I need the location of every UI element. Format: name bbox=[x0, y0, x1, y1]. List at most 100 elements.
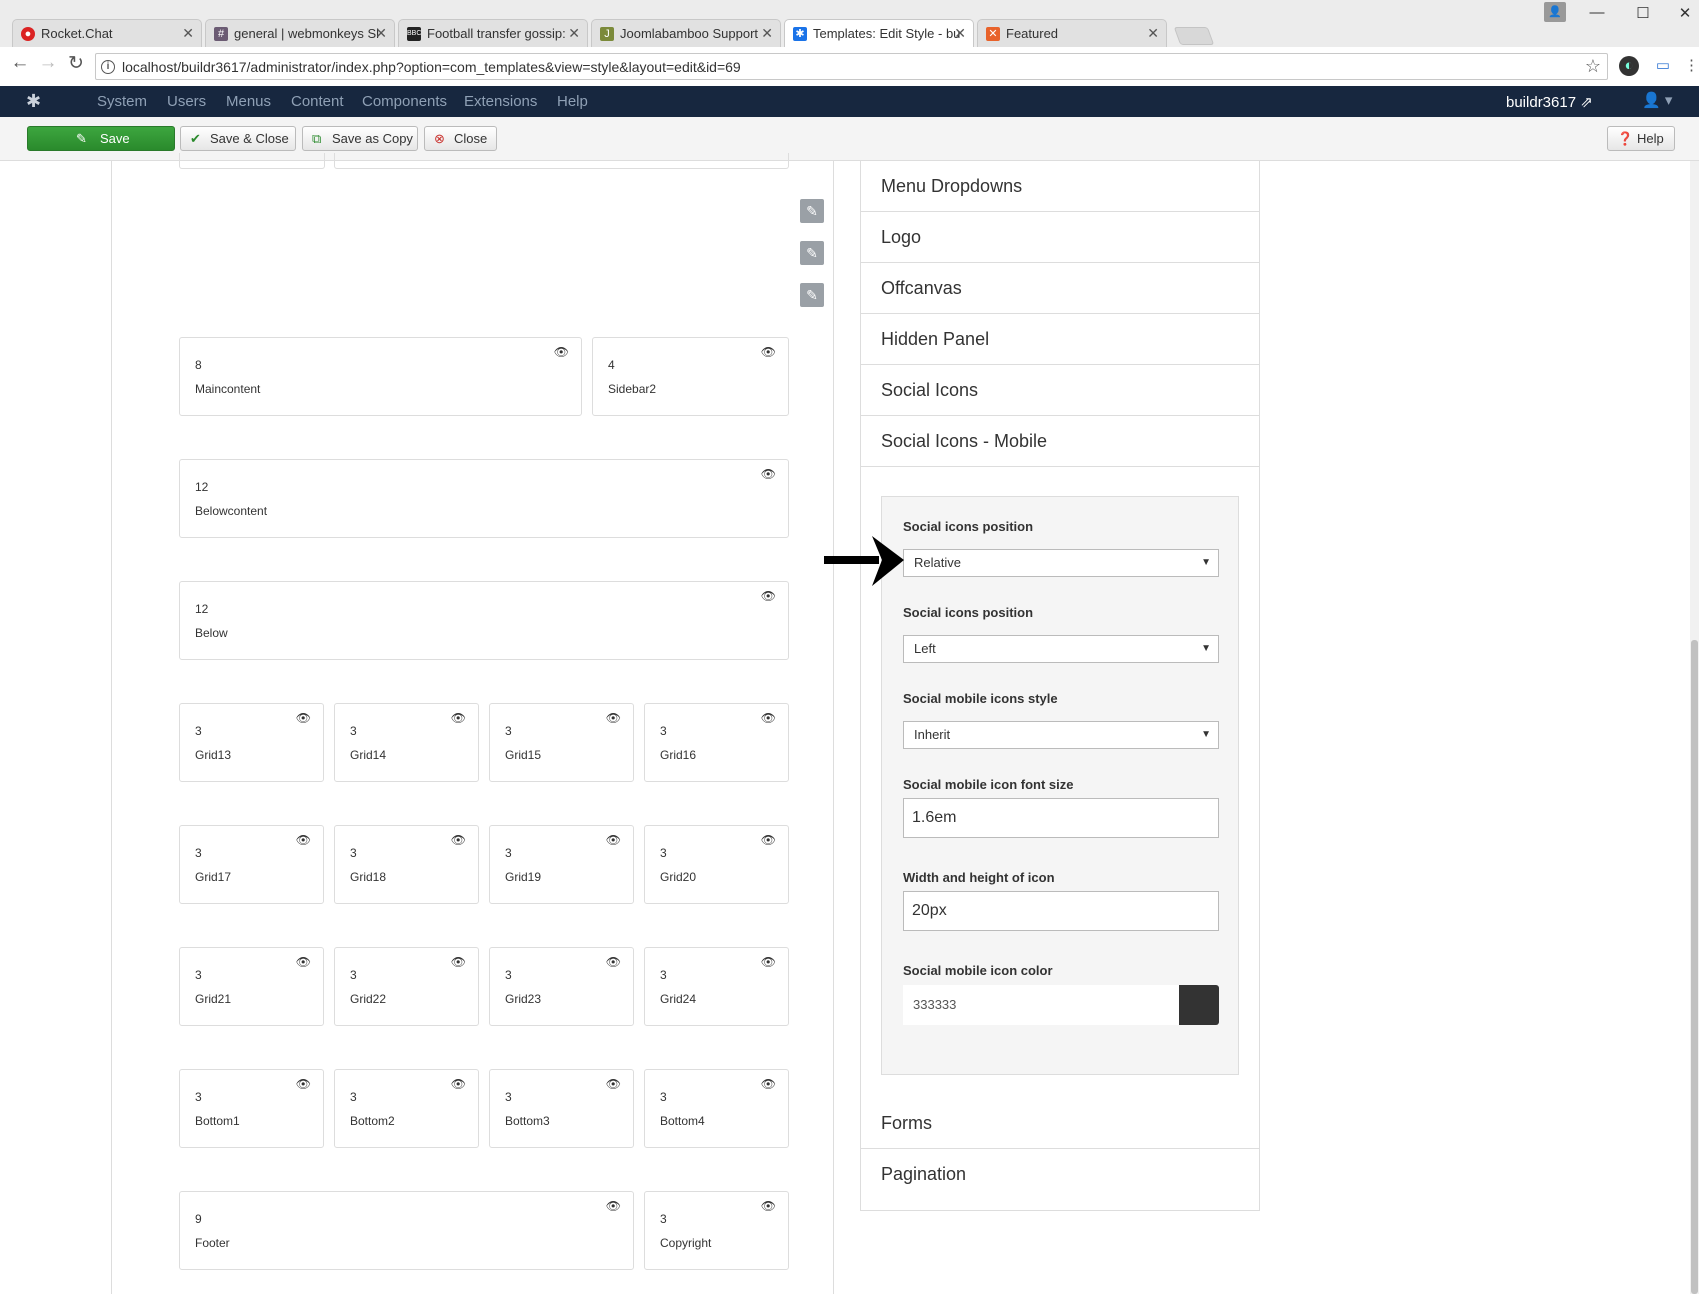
layout-box-bottom2[interactable]: 3 Bottom2 👁 bbox=[334, 1069, 479, 1148]
layout-box-bottom4[interactable]: 3 Bottom4 👁 bbox=[644, 1069, 789, 1148]
eye-icon[interactable]: 👁 bbox=[761, 1077, 776, 1091]
layout-box-grid14[interactable]: 3 Grid14 👁 bbox=[334, 703, 479, 782]
close-icon[interactable]: ✕ bbox=[954, 20, 966, 47]
eye-icon[interactable]: 👁 bbox=[606, 1077, 621, 1091]
extension-icon[interactable]: ▭ bbox=[1653, 56, 1673, 76]
layout-box-grid16[interactable]: 3 Grid16 👁 bbox=[644, 703, 789, 782]
eye-icon[interactable]: 👁 bbox=[606, 1199, 621, 1213]
layout-box-grid17[interactable]: 3 Grid17 👁 bbox=[179, 825, 324, 904]
eye-icon[interactable]: 👁 bbox=[451, 711, 466, 725]
tab-rocketchat[interactable]: ● Rocket.Chat ✕ bbox=[12, 19, 202, 47]
tab-templates-edit-style[interactable]: ✱ Templates: Edit Style - bu ✕ bbox=[784, 19, 974, 48]
eye-icon[interactable]: 👁 bbox=[606, 955, 621, 969]
tab-featured[interactable]: ✕ Featured ✕ bbox=[977, 19, 1167, 47]
eye-icon[interactable]: 👁 bbox=[761, 955, 776, 969]
chrome-menu-icon[interactable]: ⋮ bbox=[1684, 56, 1699, 76]
layout-box-bottom3[interactable]: 3 Bottom3 👁 bbox=[489, 1069, 634, 1148]
layout-box-grid18[interactable]: 3 Grid18 👁 bbox=[334, 825, 479, 904]
eye-icon[interactable]: 👁 bbox=[761, 345, 776, 359]
url-text[interactable]: localhost/buildr3617/administrator/index… bbox=[122, 59, 741, 75]
user-menu-icon[interactable]: 👤 ▾ bbox=[1642, 91, 1672, 109]
save-close-button[interactable]: ✔ Save & Close bbox=[180, 126, 296, 151]
eye-icon[interactable]: 👁 bbox=[451, 955, 466, 969]
accordion-offcanvas[interactable]: Offcanvas bbox=[861, 263, 1259, 314]
layout-box-footer[interactable]: 9 Footer 👁 bbox=[179, 1191, 634, 1270]
social-icons-position-select[interactable]: Relative ▼ bbox=[903, 549, 1219, 577]
accordion-menu-dropdowns[interactable]: Menu Dropdowns bbox=[861, 161, 1259, 212]
layout-box-copyright[interactable]: 3 Copyright 👁 bbox=[644, 1191, 789, 1270]
site-link[interactable]: buildr3617 ⇗ bbox=[1506, 93, 1593, 111]
menu-menus[interactable]: Menus bbox=[226, 93, 271, 110]
menu-users[interactable]: Users bbox=[167, 93, 206, 110]
close-icon[interactable]: ✕ bbox=[568, 20, 580, 47]
bookmark-star-icon[interactable]: ☆ bbox=[1585, 56, 1601, 77]
layout-box-grid19[interactable]: 3 Grid19 👁 bbox=[489, 825, 634, 904]
edit-row-icon[interactable]: ✎ bbox=[800, 283, 824, 307]
icon-color-input[interactable]: 333333 bbox=[903, 985, 1179, 1025]
layout-box-belowcontent[interactable]: 12 Belowcontent 👁 bbox=[179, 459, 789, 538]
eye-icon[interactable]: 👁 bbox=[761, 589, 776, 603]
close-icon[interactable]: ✕ bbox=[375, 20, 387, 47]
eye-icon[interactable]: 👁 bbox=[296, 711, 311, 725]
menu-extensions[interactable]: Extensions bbox=[464, 93, 537, 110]
address-bar[interactable]: i localhost/buildr3617/administrator/ind… bbox=[95, 53, 1608, 80]
menu-help[interactable]: Help bbox=[557, 93, 588, 110]
eye-icon[interactable]: 👁 bbox=[451, 1077, 466, 1091]
edit-row-icon[interactable]: ✎ bbox=[800, 199, 824, 223]
scrollbar-thumb[interactable] bbox=[1691, 640, 1698, 1294]
reload-icon[interactable]: ↻ bbox=[63, 52, 89, 75]
menu-system[interactable]: System bbox=[97, 93, 147, 110]
eye-icon[interactable]: 👁 bbox=[606, 711, 621, 725]
layout-box-grid21[interactable]: 3 Grid21 👁 bbox=[179, 947, 324, 1026]
tab-joomlabamboo[interactable]: J Joomlabamboo Support ✕ bbox=[591, 19, 781, 47]
accordion-hidden-panel[interactable]: Hidden Panel bbox=[861, 314, 1259, 365]
menu-components[interactable]: Components bbox=[362, 93, 447, 110]
eye-icon[interactable]: 👁 bbox=[554, 345, 569, 359]
layout-box-grid23[interactable]: 3 Grid23 👁 bbox=[489, 947, 634, 1026]
back-icon[interactable]: ← bbox=[7, 52, 33, 74]
minimize-icon[interactable]: — bbox=[1582, 4, 1612, 21]
eye-icon[interactable]: 👁 bbox=[296, 833, 311, 847]
tab-slack[interactable]: # general | webmonkeys Sl ✕ bbox=[205, 19, 395, 47]
accordion-pagination[interactable]: Pagination bbox=[861, 1149, 1259, 1200]
social-mobile-style-select[interactable]: Inherit ▼ bbox=[903, 721, 1219, 749]
accordion-forms[interactable]: Forms bbox=[861, 1098, 1259, 1149]
color-swatch[interactable] bbox=[1179, 985, 1219, 1025]
info-icon[interactable]: i bbox=[101, 60, 115, 74]
save-as-copy-button[interactable]: ⧉ Save as Copy bbox=[302, 126, 418, 151]
close-icon[interactable]: ✕ bbox=[1147, 20, 1159, 47]
joomla-logo-icon[interactable]: ✱ bbox=[26, 91, 41, 112]
eye-icon[interactable]: 👁 bbox=[451, 833, 466, 847]
icon-size-input[interactable]: 20px bbox=[903, 891, 1219, 931]
close-icon[interactable]: ✕ bbox=[761, 20, 773, 47]
accordion-social-icons-mobile[interactable]: Social Icons - Mobile bbox=[861, 416, 1259, 467]
eye-icon[interactable]: 👁 bbox=[761, 1199, 776, 1213]
eye-icon[interactable]: 👁 bbox=[296, 955, 311, 969]
help-button[interactable]: ❓ Help bbox=[1607, 126, 1675, 151]
eye-icon[interactable]: 👁 bbox=[761, 467, 776, 481]
save-button[interactable]: ✎ Save bbox=[27, 126, 175, 151]
menu-content[interactable]: Content bbox=[291, 93, 344, 110]
profile-icon[interactable]: 👤 bbox=[1544, 2, 1566, 22]
extension-icon[interactable]: ◐ bbox=[1619, 56, 1639, 76]
accordion-social-icons[interactable]: Social Icons bbox=[861, 365, 1259, 416]
window-close-icon[interactable]: ✕ bbox=[1670, 4, 1699, 22]
accordion-logo[interactable]: Logo bbox=[861, 212, 1259, 263]
layout-box-maincontent[interactable]: 8 Maincontent 👁 bbox=[179, 337, 582, 416]
layout-box-below[interactable]: 12 Below 👁 bbox=[179, 581, 789, 660]
tab-bbc[interactable]: BBC Football transfer gossip: ✕ bbox=[398, 19, 588, 47]
edit-row-icon[interactable]: ✎ bbox=[800, 241, 824, 265]
eye-icon[interactable]: 👁 bbox=[296, 1077, 311, 1091]
eye-icon[interactable]: 👁 bbox=[761, 833, 776, 847]
icon-font-size-input[interactable]: 1.6em bbox=[903, 798, 1219, 838]
close-icon[interactable]: ✕ bbox=[182, 20, 194, 47]
layout-box-grid22[interactable]: 3 Grid22 👁 bbox=[334, 947, 479, 1026]
social-icons-align-select[interactable]: Left ▼ bbox=[903, 635, 1219, 663]
layout-box-bottom1[interactable]: 3 Bottom1 👁 bbox=[179, 1069, 324, 1148]
eye-icon[interactable]: 👁 bbox=[761, 711, 776, 725]
maximize-icon[interactable]: ☐ bbox=[1628, 4, 1658, 22]
layout-box-grid20[interactable]: 3 Grid20 👁 bbox=[644, 825, 789, 904]
layout-box-grid15[interactable]: 3 Grid15 👁 bbox=[489, 703, 634, 782]
eye-icon[interactable]: 👁 bbox=[606, 833, 621, 847]
forward-icon[interactable]: → bbox=[35, 52, 61, 74]
